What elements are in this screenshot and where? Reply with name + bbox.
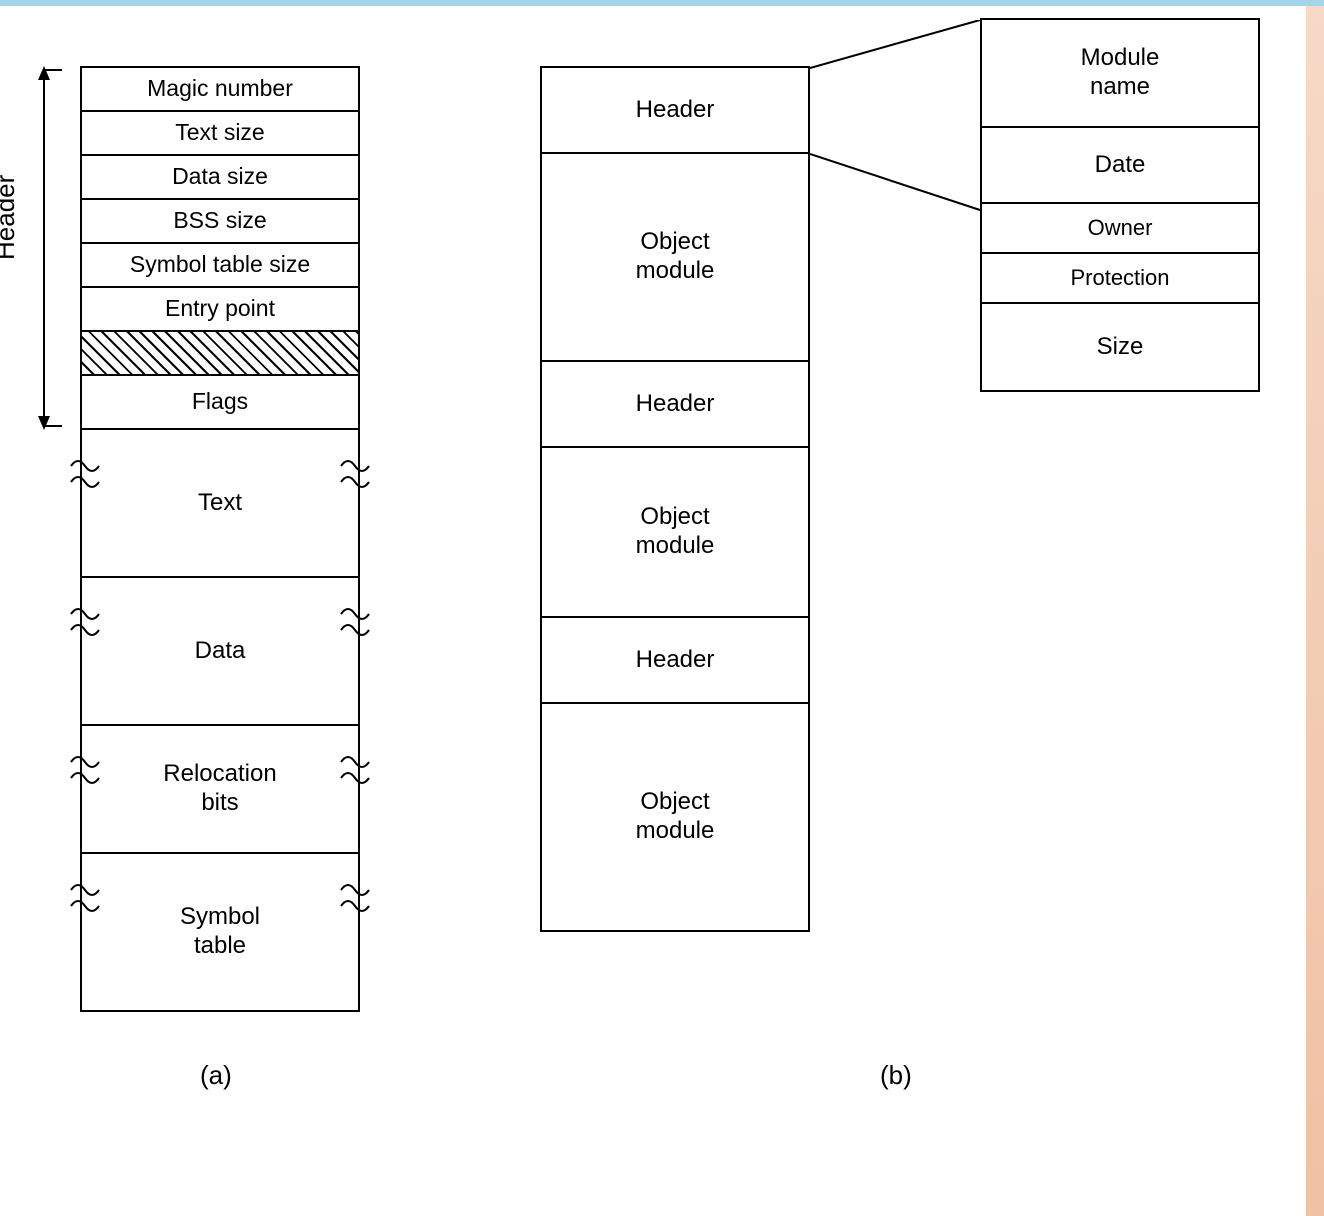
detail-date: Date	[980, 126, 1260, 204]
a-field-reserved-hatched	[80, 330, 360, 376]
header-bracket-label: Header	[0, 175, 21, 260]
b-header-0: Header	[540, 66, 810, 154]
caption-a: (a)	[200, 1060, 232, 1091]
section-break-icon	[68, 454, 372, 494]
b-header-1: Header	[540, 360, 810, 448]
a-section-data: Data	[80, 576, 360, 726]
section-break-icon	[68, 750, 372, 790]
a-section-text: Text	[80, 428, 360, 578]
a-field-flags: Flags	[80, 374, 360, 430]
a-field-data-size: Data size	[80, 154, 360, 200]
b-module-2: Object module	[540, 702, 810, 932]
right-edge-accent	[1306, 6, 1324, 1216]
b-header-2: Header	[540, 616, 810, 704]
detail-owner: Owner	[980, 202, 1260, 254]
caption-b: (b)	[880, 1060, 912, 1091]
section-break-icon	[68, 878, 372, 918]
b-module-0: Object module	[540, 152, 810, 362]
a-field-text-size: Text size	[80, 110, 360, 156]
a-section-symbol-table: Symbol table	[80, 852, 360, 1012]
detail-protection: Protection	[980, 252, 1260, 304]
detail-module-name: Module name	[980, 18, 1260, 128]
b-module-1: Object module	[540, 446, 810, 618]
top-accent-bar	[0, 0, 1324, 6]
detail-size: Size	[980, 302, 1260, 392]
section-break-icon	[68, 602, 372, 642]
a-field-entry-point: Entry point	[80, 286, 360, 332]
a-field-bss-size: BSS size	[80, 198, 360, 244]
a-field-magic-number: Magic number	[80, 66, 360, 112]
a-field-symbol-table-size: Symbol table size	[80, 242, 360, 288]
